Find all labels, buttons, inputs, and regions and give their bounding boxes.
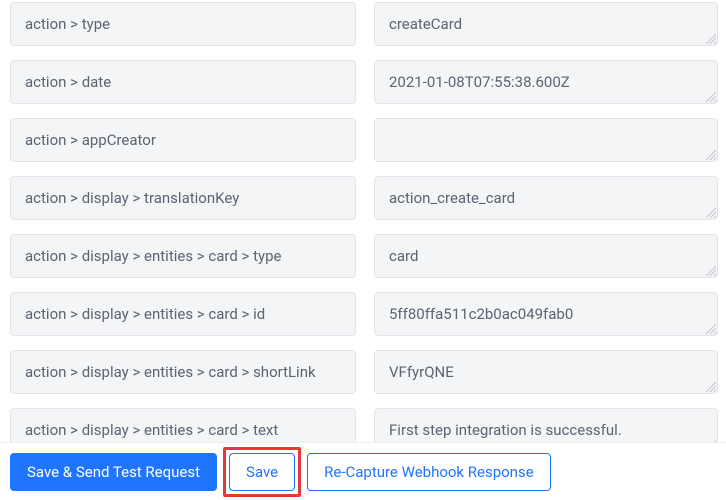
field-key-text: action > display > entities > card > sho… bbox=[25, 363, 316, 381]
field-key-text: action > display > entities > card > typ… bbox=[25, 247, 281, 265]
field-value-input[interactable] bbox=[374, 350, 718, 394]
field-key: action > display > entities > card > sho… bbox=[10, 350, 356, 394]
field-value-wrap bbox=[374, 118, 718, 162]
field-key: action > display > entities > card > id bbox=[10, 292, 356, 336]
field-key: action > date bbox=[10, 60, 356, 104]
save-send-test-button[interactable]: Save & Send Test Request bbox=[10, 453, 217, 491]
field-value-wrap bbox=[374, 60, 718, 104]
field-value-input[interactable] bbox=[374, 2, 718, 46]
field-key: action > display > translationKey bbox=[10, 176, 356, 220]
field-row: action > display > entities > card > sho… bbox=[10, 350, 718, 394]
save-button[interactable]: Save bbox=[229, 453, 295, 491]
field-key: action > display > entities > card > tex… bbox=[10, 408, 356, 442]
field-row: action > display > entities > card > id bbox=[10, 292, 718, 336]
field-key-text: action > display > translationKey bbox=[25, 189, 239, 207]
recapture-webhook-button[interactable]: Re-Capture Webhook Response bbox=[307, 453, 551, 491]
field-row: action > date bbox=[10, 60, 718, 104]
field-row: action > type bbox=[10, 2, 718, 46]
field-row: action > display > entities > card > tex… bbox=[10, 408, 718, 442]
field-value-wrap bbox=[374, 234, 718, 278]
field-value-input[interactable] bbox=[374, 176, 718, 220]
field-value-input[interactable] bbox=[374, 118, 718, 162]
field-key: action > appCreator bbox=[10, 118, 356, 162]
field-value-wrap bbox=[374, 350, 718, 394]
field-key-text: action > appCreator bbox=[25, 131, 156, 149]
field-value-wrap bbox=[374, 176, 718, 220]
field-value-input[interactable] bbox=[374, 408, 718, 442]
field-list-scroll[interactable]: action > type action > date action > app… bbox=[0, 0, 724, 442]
field-key-text: action > display > entities > card > id bbox=[25, 305, 265, 323]
footer-toolbar: Save & Send Test Request Save Re-Capture… bbox=[0, 442, 726, 500]
field-row: action > display > translationKey bbox=[10, 176, 718, 220]
field-row: action > display > entities > card > typ… bbox=[10, 234, 718, 278]
field-value-input[interactable] bbox=[374, 292, 718, 336]
field-value-wrap bbox=[374, 408, 718, 442]
field-value-input[interactable] bbox=[374, 234, 718, 278]
field-row: action > appCreator bbox=[10, 118, 718, 162]
field-value-wrap bbox=[374, 292, 718, 336]
field-key-text: action > date bbox=[25, 73, 111, 91]
field-key: action > type bbox=[10, 2, 356, 46]
field-key-text: action > display > entities > card > tex… bbox=[25, 421, 278, 439]
field-key: action > display > entities > card > typ… bbox=[10, 234, 356, 278]
field-value-wrap bbox=[374, 2, 718, 46]
field-key-text: action > type bbox=[25, 15, 110, 33]
field-value-input[interactable] bbox=[374, 60, 718, 104]
